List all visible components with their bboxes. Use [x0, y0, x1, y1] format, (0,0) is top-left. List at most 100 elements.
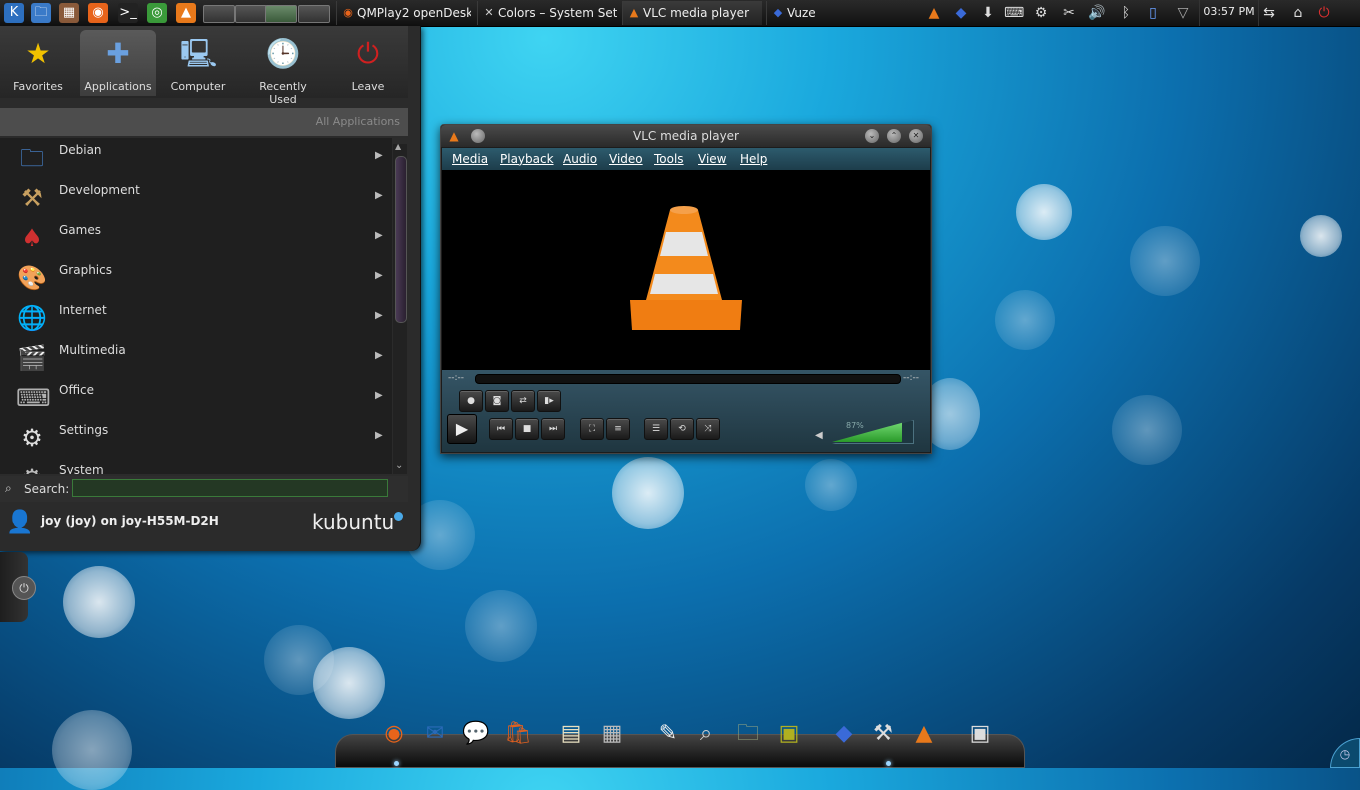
- network-icon[interactable]: ▽: [1173, 3, 1193, 23]
- thunderbird-dock-icon[interactable]: ✉: [417, 716, 453, 752]
- menu-tools[interactable]: Tools: [654, 152, 684, 166]
- loop-button[interactable]: ⟲: [670, 418, 694, 440]
- breadcrumb-label[interactable]: All Applications: [316, 115, 400, 128]
- usb-icon[interactable]: ⇆: [1259, 3, 1279, 23]
- vuze-dock-icon[interactable]: ◆: [826, 716, 862, 752]
- vuze-tray-icon[interactable]: ◆: [951, 3, 971, 23]
- archive-dock-icon[interactable]: 🗀: [730, 716, 766, 752]
- close-button[interactable]: ✕: [909, 129, 923, 143]
- file-manager-icon[interactable]: 🗀: [31, 3, 51, 23]
- updates-icon[interactable]: ⚙: [1031, 3, 1051, 23]
- power-icon[interactable]: ⏻: [1314, 3, 1334, 23]
- menu-help[interactable]: Help: [740, 152, 767, 166]
- category-system[interactable]: ⚙ System: [0, 460, 392, 474]
- speaker-icon[interactable]: ◀: [815, 430, 823, 441]
- desktop-pager-4[interactable]: [298, 5, 330, 23]
- category-scrollbar[interactable]: ▲ ⌄: [393, 142, 407, 474]
- shutdown-icon[interactable]: ⏻: [12, 576, 36, 600]
- tab-leave[interactable]: ⏻ Leave: [330, 30, 406, 96]
- calculator-dock-icon[interactable]: ▦: [594, 716, 630, 752]
- category-multimedia[interactable]: 🎬 Multimedia ▶: [0, 340, 392, 380]
- menu-audio[interactable]: Audio: [563, 152, 597, 166]
- next-button[interactable]: ⏭: [541, 418, 565, 440]
- lock-screen-icon[interactable]: ⌂: [1288, 3, 1308, 23]
- shopping-dock-icon[interactable]: 🛍: [500, 716, 536, 752]
- document-viewer-dock-icon[interactable]: ▤: [553, 716, 589, 752]
- desktop-pager-2[interactable]: [235, 5, 267, 23]
- scroll-down-icon[interactable]: ⌄: [395, 460, 403, 471]
- image-viewer-dock-icon[interactable]: ▣: [771, 716, 807, 752]
- category-office[interactable]: ⌨ Office ▶: [0, 380, 392, 420]
- keyboard-icon[interactable]: ⌨: [1004, 3, 1024, 23]
- menu-media[interactable]: Media: [452, 152, 488, 166]
- tab-computer[interactable]: 🖳 Computer: [160, 30, 236, 96]
- elapsed-time: --:--: [448, 373, 465, 383]
- clock[interactable]: 03:57 PM: [1199, 0, 1259, 26]
- multimedia-icon: 🎬: [17, 344, 47, 372]
- chat-dock-icon[interactable]: 💬: [458, 716, 494, 752]
- desktop-pager-3[interactable]: [265, 5, 297, 23]
- vlc-titlebar[interactable]: ▲ VLC media player ⌄ ⌃ ✕: [441, 125, 931, 147]
- maximize-button[interactable]: ⌃: [887, 129, 901, 143]
- software-center-icon[interactable]: ▦: [59, 3, 79, 23]
- search-input[interactable]: [72, 479, 388, 497]
- play-button[interactable]: ▶: [447, 414, 477, 444]
- settings-dock-icon[interactable]: ⚒: [865, 716, 901, 752]
- firefox-icon[interactable]: ◉: [88, 3, 108, 23]
- loop-ab-button[interactable]: ⇄: [511, 390, 535, 412]
- task-item[interactable]: ▲ VLC media player: [622, 1, 762, 25]
- terminal-icon[interactable]: >_: [118, 3, 138, 23]
- development-icon: ⚒: [21, 184, 43, 212]
- category-internet[interactable]: 🌐 Internet ▶: [0, 300, 392, 340]
- category-games[interactable]: ♠ Games ▶: [0, 220, 392, 260]
- scissors-icon[interactable]: ✂: [1059, 3, 1079, 23]
- device-icon[interactable]: ▯: [1143, 3, 1163, 23]
- category-graphics[interactable]: 🎨 Graphics ▶: [0, 260, 392, 300]
- menu-playback[interactable]: Playback: [500, 152, 554, 166]
- vlc-icon[interactable]: ▲: [176, 3, 196, 23]
- minimize-button[interactable]: ⌄: [865, 129, 879, 143]
- bluetooth-icon[interactable]: ᛒ: [1116, 3, 1136, 23]
- scroll-up-icon[interactable]: ▲: [395, 142, 401, 151]
- kde-menu-icon[interactable]: K: [4, 3, 24, 23]
- frame-step-button[interactable]: ▮▸: [537, 390, 561, 412]
- category-debian[interactable]: 🗀 Debian ▶: [0, 140, 392, 180]
- playlist-button[interactable]: ☰: [644, 418, 668, 440]
- menu-view[interactable]: View: [698, 152, 726, 166]
- task-item[interactable]: ◆ Vuze: [766, 1, 916, 25]
- task-item[interactable]: ◉ QMPlay2 openDeskt: [336, 1, 471, 25]
- stop-button[interactable]: ■: [515, 418, 539, 440]
- shuffle-button[interactable]: ⤨: [696, 418, 720, 440]
- download-icon[interactable]: ⬇: [978, 3, 998, 23]
- tab-label: Computer: [170, 80, 226, 93]
- snapshot-button[interactable]: ◙: [485, 390, 509, 412]
- video-area[interactable]: [442, 170, 930, 370]
- desktop-cashew-icon[interactable]: ◷: [1330, 738, 1360, 768]
- desktop-pager-1[interactable]: [203, 5, 235, 23]
- category-label: Settings: [59, 423, 109, 437]
- text-editor-dock-icon[interactable]: ✎: [650, 716, 686, 752]
- vlc-window-title: VLC media player: [632, 129, 739, 143]
- task-item[interactable]: ✕ Colors – System Setti: [477, 1, 617, 25]
- scrollbar-thumb[interactable]: [395, 156, 407, 323]
- terminal-dock-icon[interactable]: ▣: [962, 716, 998, 752]
- category-settings[interactable]: ⚙ Settings ▶: [0, 420, 392, 460]
- previous-button[interactable]: ⏮: [489, 418, 513, 440]
- record-button[interactable]: ●: [459, 390, 483, 412]
- volume-icon[interactable]: 🔊: [1087, 3, 1107, 23]
- search-dock-icon[interactable]: ⌕: [688, 716, 724, 752]
- volume-slider[interactable]: 87%: [832, 420, 914, 444]
- chrome-icon[interactable]: ◎: [147, 3, 167, 23]
- firefox-dock-icon[interactable]: ◉: [376, 716, 412, 752]
- fullscreen-button[interactable]: ⛶: [580, 418, 604, 440]
- tab-favorites[interactable]: ★ Favorites: [0, 30, 76, 96]
- menu-video[interactable]: Video: [609, 152, 643, 166]
- vlc-tray-icon[interactable]: ▲: [924, 3, 944, 23]
- vlc-dock-icon[interactable]: ▲: [906, 716, 942, 752]
- category-development[interactable]: ⚒ Development ▶: [0, 180, 392, 220]
- extended-settings-button[interactable]: ≡: [606, 418, 630, 440]
- seek-slider[interactable]: [475, 374, 901, 384]
- tab-recently-used[interactable]: 🕒 Recently Used: [245, 30, 321, 106]
- tab-applications[interactable]: ✚ Applications: [80, 30, 156, 96]
- submenu-arrow-icon: ▶: [375, 150, 383, 161]
